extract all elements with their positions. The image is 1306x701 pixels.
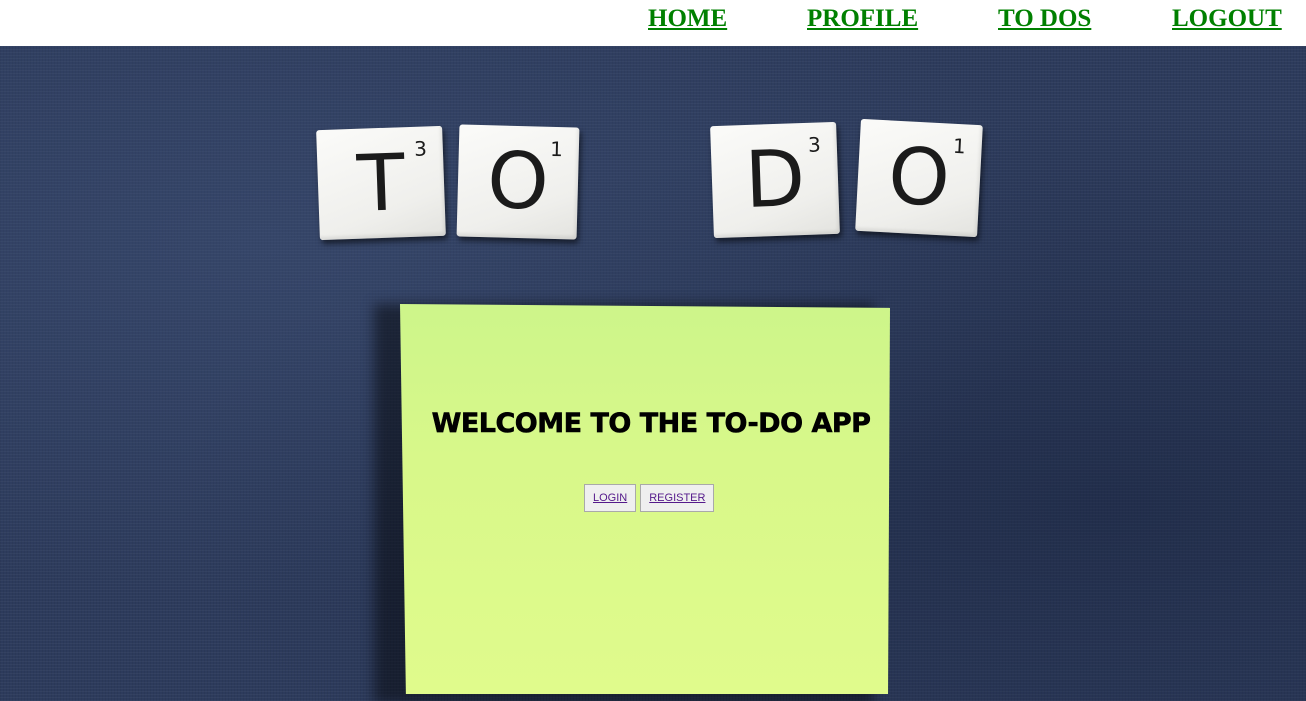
nav-logout-link[interactable]: LOGOUT <box>1172 4 1282 34</box>
nav-home-link[interactable]: HOME <box>648 4 727 34</box>
hero-background: T 3 O 1 D 3 O 1 WELCOME TO THE TO-DO APP… <box>0 46 1306 701</box>
nav-profile-link[interactable]: PROFILE <box>807 4 918 34</box>
scrabble-tile-d: D 3 <box>710 121 840 239</box>
top-navbar: HOME PROFILE TO DOS LOGOUT <box>0 0 1306 46</box>
register-button[interactable]: REGISTER <box>640 484 715 512</box>
login-button[interactable]: LOGIN <box>584 484 637 512</box>
scrabble-tile-o: O 1 <box>456 124 580 240</box>
scrabble-tile-o: O 1 <box>855 118 983 238</box>
nav-todos-link[interactable]: TO DOS <box>998 4 1091 34</box>
tile-score: 3 <box>413 136 428 161</box>
scrabble-tile-t: T 3 <box>316 125 446 241</box>
tile-score: 3 <box>807 132 822 157</box>
auth-button-group: LOGIN REGISTER <box>584 484 715 512</box>
tile-score: 1 <box>549 136 564 162</box>
tile-score: 1 <box>952 133 967 159</box>
welcome-heading: WELCOME TO THE TO-DO APP <box>431 408 871 440</box>
